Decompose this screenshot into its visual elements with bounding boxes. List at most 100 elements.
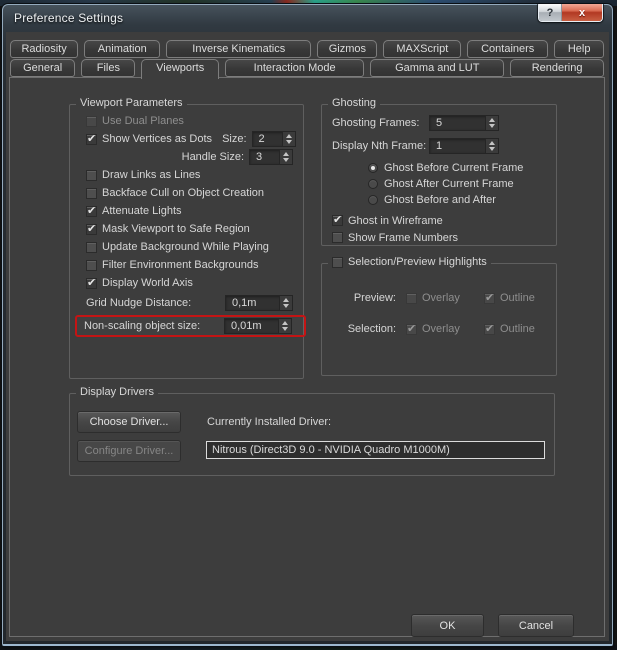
radio-label: Ghost After Current Frame <box>384 178 514 190</box>
spinner-arrows[interactable] <box>485 116 498 130</box>
row-selection: Selection: Overlay Outline <box>332 319 548 339</box>
row-ghost-in-wireframe: Ghost in Wireframe <box>332 212 548 229</box>
spinner-up-icon[interactable] <box>282 321 288 325</box>
spinner-down-icon[interactable] <box>282 327 288 331</box>
checkbox-label: Outline <box>500 292 535 304</box>
checkbox-display-world-axis[interactable] <box>86 276 97 289</box>
tab-rendering[interactable]: Rendering <box>510 59 604 77</box>
checkbox-show-vertices-as-dots[interactable] <box>86 132 97 145</box>
close-button[interactable]: x <box>562 4 602 21</box>
spinner-down-icon[interactable] <box>489 124 495 128</box>
group-display-drivers: Display Drivers Choose Driver... Configu… <box>69 386 555 476</box>
non-scaling-spinner[interactable]: 0,01m <box>224 318 292 334</box>
radio-label: Ghost Before and After <box>384 194 496 206</box>
row-draw-links: Draw Links as Lines <box>86 166 293 184</box>
tab-gamma-and-lut[interactable]: Gamma and LUT <box>370 59 505 77</box>
help-button[interactable]: ? <box>539 4 562 21</box>
tab-gizmos[interactable]: Gizmos <box>317 40 378 58</box>
row-grid-nudge: Grid Nudge Distance: 0,1m <box>86 292 293 314</box>
radio-ghost-before-and-after[interactable] <box>368 195 378 205</box>
checkbox-preview-overlay[interactable] <box>406 292 417 304</box>
spinner-down-icon[interactable] <box>283 304 289 308</box>
checkbox-backface-cull[interactable] <box>86 187 97 199</box>
ok-button[interactable]: OK <box>411 614 484 637</box>
radio-row: Ghost Before and After <box>368 192 548 208</box>
titlebar[interactable]: Preference Settings <box>3 5 612 29</box>
row-display-world-axis: Display World Axis <box>86 274 293 292</box>
row-handle-size: Handle Size: 3 <box>86 148 293 166</box>
ghosting-frames-spinner[interactable]: 5 <box>429 115 499 131</box>
spinner-up-icon[interactable] <box>285 134 292 138</box>
radio-row: Ghost After Current Frame <box>368 176 548 192</box>
checkbox-label: Update Background While Playing <box>102 241 269 253</box>
tab-general[interactable]: General <box>10 59 76 77</box>
checkbox-preview-outline[interactable] <box>484 291 495 304</box>
selection-label: Selection: <box>347 323 396 335</box>
preview-overlay-option: Overlay <box>406 292 476 304</box>
spinner-value[interactable]: 0,01m <box>225 319 278 333</box>
cancel-button[interactable]: Cancel <box>498 614 574 637</box>
tab-viewports[interactable]: Viewports <box>141 59 219 79</box>
spinner-up-icon[interactable] <box>489 118 495 122</box>
group-title: Viewport Parameters <box>76 97 187 109</box>
checkbox-attenuate-lights[interactable] <box>86 204 97 217</box>
spinner-arrows[interactable] <box>278 319 291 333</box>
row-preview: Preview: Overlay Outline <box>332 288 548 308</box>
grid-nudge-spinner[interactable]: 0,1m <box>225 295 293 311</box>
spinner-value[interactable]: 0,1m <box>226 296 279 310</box>
checkbox-mask-viewport[interactable] <box>86 222 97 235</box>
tab-containers[interactable]: Containers <box>467 40 549 58</box>
checkbox-selection-overlay[interactable] <box>406 322 417 335</box>
size-spinner[interactable]: 2 <box>251 131 296 147</box>
checkbox-filter-environment[interactable] <box>86 259 97 271</box>
row-mask-viewport: Mask Viewport to Safe Region <box>86 220 293 238</box>
spinner-up-icon[interactable] <box>283 152 289 156</box>
installed-driver-field[interactable]: Nitrous (Direct3D 9.0 - NVIDIA Quadro M1… <box>206 441 545 459</box>
checkbox-selection-outline[interactable] <box>484 322 495 335</box>
grid-nudge-label: Grid Nudge Distance: <box>86 297 192 309</box>
spinner-value[interactable]: 2 <box>253 132 282 146</box>
spinner-down-icon[interactable] <box>489 147 495 151</box>
checkbox-label: Draw Links as Lines <box>102 169 201 181</box>
ghosting-frames-label: Ghosting Frames: <box>332 117 420 129</box>
tab-files[interactable]: Files <box>81 59 136 77</box>
spinner-down-icon[interactable] <box>283 158 289 162</box>
spinner-value[interactable]: 3 <box>250 150 279 164</box>
checkbox-label: Overlay <box>422 292 460 304</box>
checkbox-update-background[interactable] <box>86 241 97 253</box>
spinner-value[interactable]: 5 <box>430 116 485 130</box>
checkbox-use-dual-planes[interactable] <box>86 115 97 127</box>
window-title: Preference Settings <box>14 11 124 25</box>
spinner-up-icon[interactable] <box>283 298 289 302</box>
spinner-arrows[interactable] <box>279 150 292 164</box>
handle-size-label: Handle Size: <box>181 151 244 163</box>
tab-inverse-kinematics[interactable]: Inverse Kinematics <box>166 40 312 58</box>
spinner-down-icon[interactable] <box>285 140 292 144</box>
row-use-dual-planes: Use Dual Planes <box>86 112 293 130</box>
checkbox-show-frame-numbers[interactable] <box>332 232 343 243</box>
tab-maxscript[interactable]: MAXScript <box>383 40 462 58</box>
dialog-client-area: Radiosity Animation Inverse Kinematics G… <box>6 32 609 641</box>
choose-driver-button[interactable]: Choose Driver... <box>77 411 181 433</box>
checkbox-draw-links-as-lines[interactable] <box>86 169 97 181</box>
checkbox-label: Overlay <box>422 323 460 335</box>
tab-help[interactable]: Help <box>554 40 605 58</box>
spinner-arrows[interactable] <box>485 139 498 153</box>
spinner-arrows[interactable] <box>279 296 292 310</box>
spinner-up-icon[interactable] <box>489 141 495 145</box>
spinner-arrows[interactable] <box>281 132 295 146</box>
radio-ghost-before-current[interactable] <box>368 163 378 173</box>
radio-ghost-after-current[interactable] <box>368 179 378 189</box>
tab-interaction-mode[interactable]: Interaction Mode <box>224 59 365 77</box>
checkbox-selection-preview-enable[interactable] <box>332 256 343 268</box>
spinner-value[interactable]: 1 <box>430 139 485 153</box>
configure-driver-button[interactable]: Configure Driver... <box>77 440 181 462</box>
tab-radiosity[interactable]: Radiosity <box>10 40 79 58</box>
handle-size-spinner[interactable]: 3 <box>249 149 293 165</box>
group-title: Selection/Preview Highlights <box>348 256 487 268</box>
checkbox-label: Ghost in Wireframe <box>348 214 443 227</box>
display-nth-frame-spinner[interactable]: 1 <box>429 138 499 154</box>
checkbox-ghost-in-wireframe[interactable] <box>332 213 343 226</box>
tab-animation[interactable]: Animation <box>84 40 161 58</box>
display-nth-frame-label: Display Nth Frame: <box>332 140 427 152</box>
